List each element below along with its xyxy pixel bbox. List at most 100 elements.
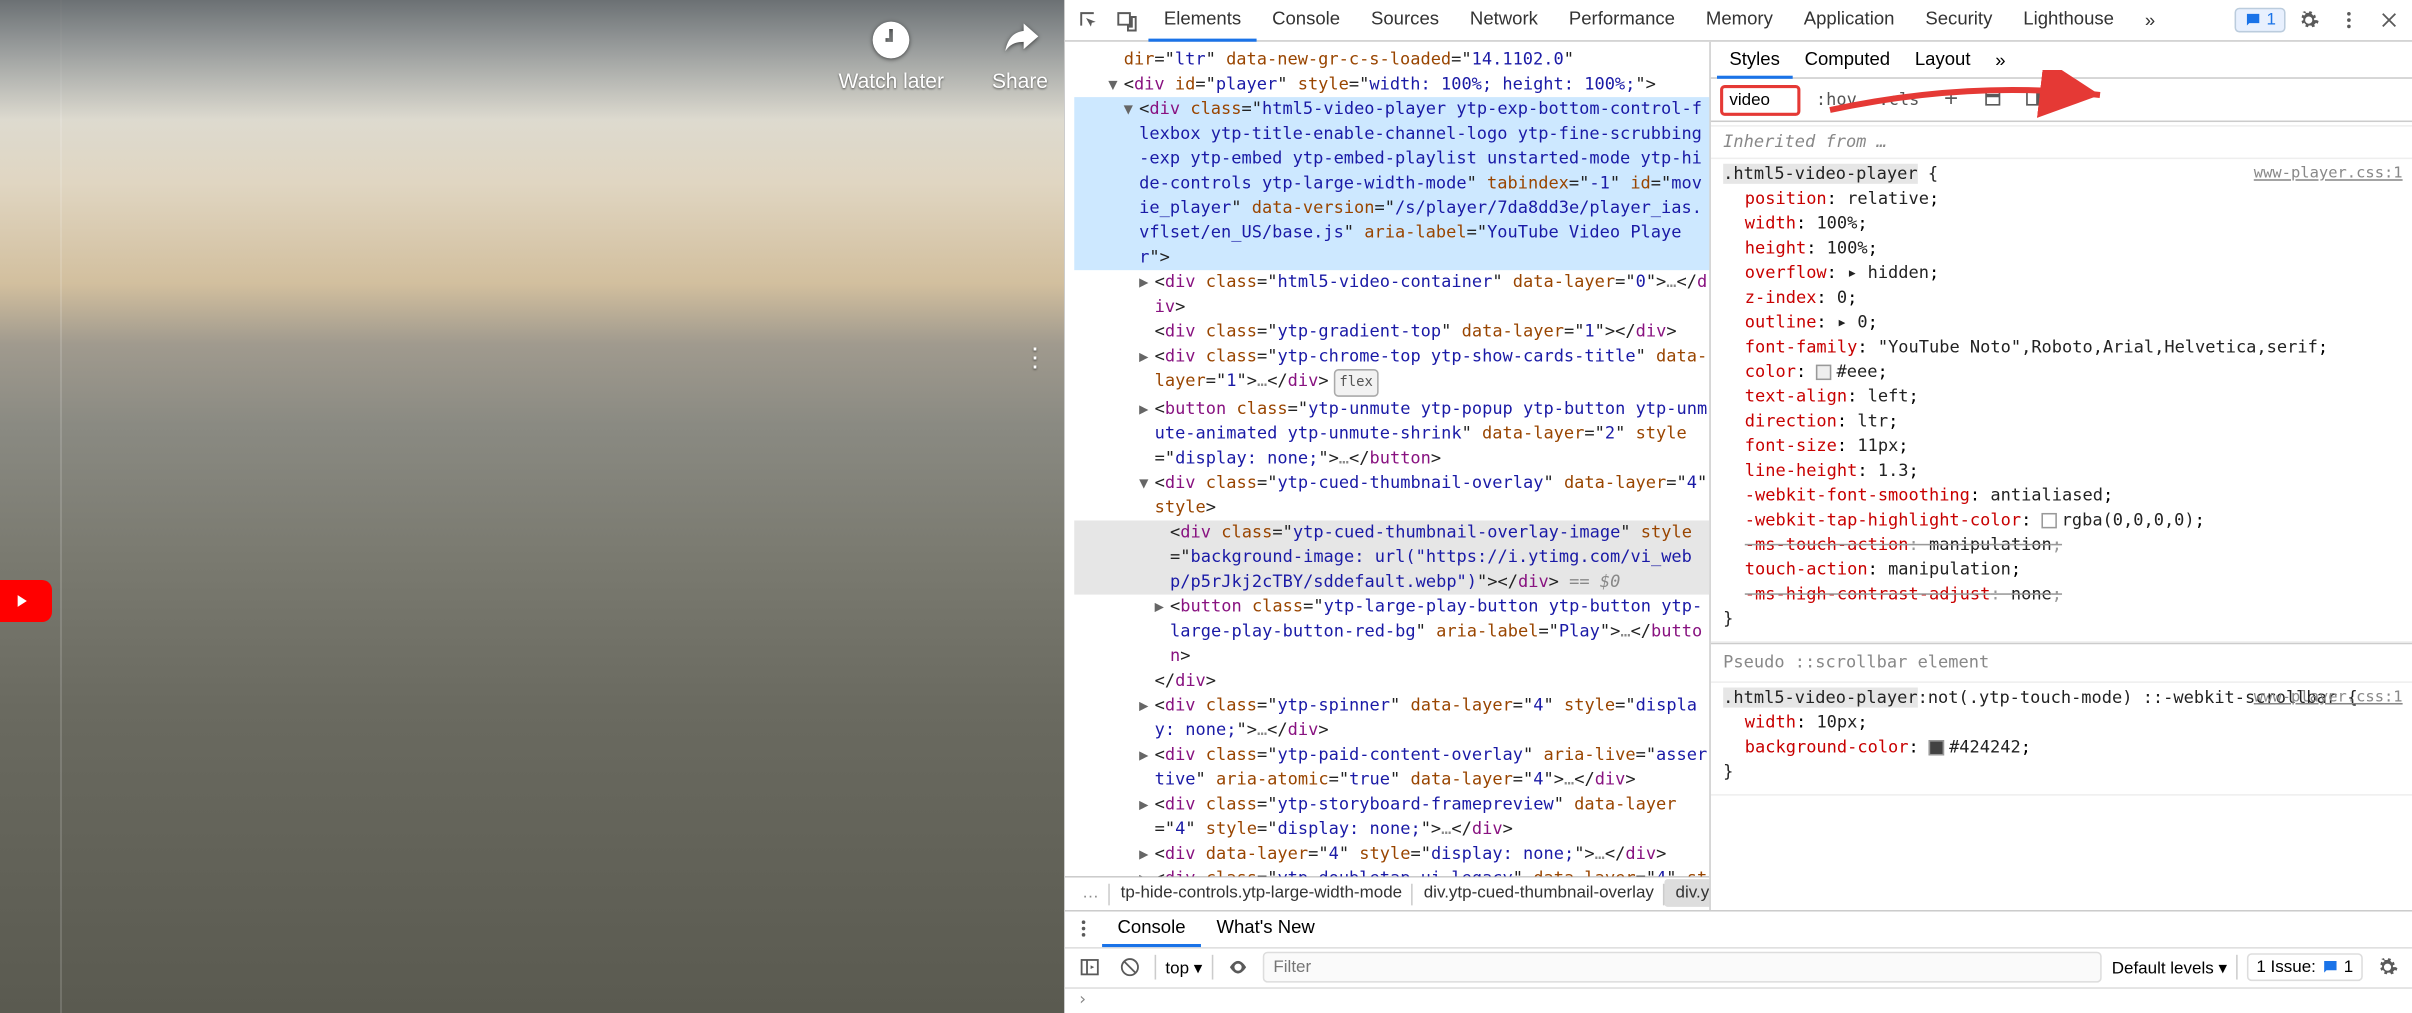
settings-gear-icon[interactable] [2291,3,2325,37]
css-declaration[interactable]: width: 10px; [1723,711,2406,736]
live-expression-icon[interactable] [1222,952,1253,983]
devtools-tab-console[interactable]: Console [1257,0,1356,42]
devtools-tab-application[interactable]: Application [1788,0,1910,42]
css-declaration[interactable]: z-index: 0; [1723,286,2406,311]
devtools-tab-lighthouse[interactable]: Lighthouse [2008,0,2130,42]
expand-triangle-icon[interactable]: ▼ [1121,99,1136,124]
css-declaration[interactable]: touch-action: manipulation; [1723,558,2406,583]
expand-triangle-icon[interactable]: ▼ [1136,473,1151,498]
rule-source-link[interactable]: www-player.css:1 [2254,686,2403,711]
toggle-sidebar-icon[interactable] [2018,84,2050,115]
hov-toggle[interactable]: :hov [1810,87,1863,113]
log-levels-selector[interactable]: Default levels ▾ [2112,957,2227,977]
expand-triangle-icon[interactable]: ▶ [1136,844,1151,869]
breadcrumb-item[interactable]: … [1071,879,1110,907]
dom-node[interactable]: ▼<div class="ytp-cued-thumbnail-overlay"… [1074,471,1709,520]
cls-toggle[interactable]: .cls [1872,87,1925,113]
dom-node[interactable]: ▶<button class="ytp-large-play-button yt… [1074,595,1709,669]
dom-node[interactable]: ▶<div class="ytp-doubletap-ui-legacy" da… [1074,867,1709,876]
devtools-tab-memory[interactable]: Memory [1690,0,1788,42]
css-declaration[interactable]: -ms-high-contrast-adjust: none; [1723,582,2406,607]
styles-tabs-overflow[interactable]: » [1989,42,2012,76]
styles-tab-computed[interactable]: Computed [1792,42,1902,78]
breadcrumb-item[interactable]: div.ytp-cued-thumbnail-overlay [1413,879,1665,907]
youtube-play-button[interactable] [0,580,52,622]
devtools-tabs-overflow[interactable]: » [2129,0,2170,40]
styles-filter-input[interactable] [1720,84,1800,115]
clear-console-icon[interactable] [1114,952,1145,983]
dom-node[interactable]: ▶<div class="html5-video-container" data… [1074,270,1709,319]
console-sidebar-toggle-icon[interactable] [1074,952,1105,983]
console-filter-input[interactable] [1263,952,2103,983]
css-declaration[interactable]: line-height: 1.3; [1723,459,2406,484]
console-prompt[interactable]: › [1065,988,2412,1013]
devtools-tab-elements[interactable]: Elements [1148,0,1256,42]
clock-icon [869,18,913,62]
styles-tab-styles[interactable]: Styles [1717,42,1792,78]
expand-triangle-icon[interactable]: ▶ [1152,596,1167,621]
expand-triangle-icon[interactable]: ▼ [1105,74,1120,99]
expand-triangle-icon[interactable]: ▶ [1136,745,1151,770]
expand-triangle-icon[interactable]: ▶ [1136,399,1151,424]
css-declaration[interactable]: font-size: 11px; [1723,434,2406,459]
more-options-icon[interactable]: ⋮ [1022,342,1050,373]
device-toggle-icon[interactable] [1108,3,1142,37]
css-declaration[interactable]: background-color: #424242; [1723,735,2406,760]
rule-source-link[interactable]: www-player.css:1 [2254,162,2403,187]
issues-badge[interactable]: 1 Issue: 1 [2247,954,2362,982]
toolbar-separator [1155,955,1157,980]
css-declaration[interactable]: text-align: left; [1723,385,2406,410]
dom-node[interactable]: ▶<div class="ytp-storyboard-framepreview… [1074,793,1709,842]
styles-tab-bar: StylesComputedLayout » [1711,42,2412,79]
expand-triangle-icon[interactable]: ▶ [1136,794,1151,819]
styles-content[interactable]: Inherited from … www-player.css:1 .html5… [1711,122,2412,909]
dom-node[interactable]: ▶<button class="ytp-unmute ytp-popup ytp… [1074,397,1709,471]
expand-triangle-icon[interactable]: ▶ [1136,272,1151,297]
dom-node[interactable]: dir="ltr" data-new-gr-c-s-loaded="14.110… [1074,48,1709,73]
dom-node[interactable]: ▶<div data-layer="4" style="display: non… [1074,842,1709,867]
console-settings-gear-icon[interactable] [2372,952,2403,983]
watch-later-button[interactable]: Watch later [839,18,944,94]
css-declaration[interactable]: -webkit-tap-highlight-color: rgba(0,0,0,… [1723,508,2406,533]
dom-node[interactable]: ▼<div id="player" style="width: 100%; he… [1074,73,1709,98]
css-declaration[interactable]: overflow: ▸ hidden; [1723,261,2406,286]
expand-triangle-icon[interactable]: ▶ [1136,695,1151,720]
dom-node[interactable]: <div class="ytp-gradient-top" data-layer… [1074,320,1709,345]
dom-node[interactable]: <div class="ytp-cued-thumbnail-overlay-i… [1074,521,1709,595]
close-devtools-icon[interactable] [2372,3,2406,37]
css-declaration[interactable]: direction: ltr; [1723,409,2406,434]
css-declaration[interactable]: outline: ▸ 0; [1723,311,2406,336]
errors-badge[interactable]: 1 [2234,8,2285,33]
share-button[interactable]: Share [992,18,1048,94]
dom-node[interactable]: ▶<div class="ytp-chrome-top ytp-show-car… [1074,345,1709,398]
expand-triangle-icon[interactable]: ▶ [1136,868,1151,875]
css-declaration[interactable]: color: #eee; [1723,360,2406,385]
devtools-tab-security[interactable]: Security [1910,0,2008,42]
dom-node[interactable]: </div> [1074,669,1709,694]
css-declaration[interactable]: height: 100%; [1723,236,2406,261]
computed-styles-icon[interactable] [1977,84,2009,115]
new-style-rule-icon[interactable] [1935,84,1967,115]
dom-node[interactable]: ▶<div class="ytp-spinner" data-layer="4"… [1074,694,1709,743]
css-declaration[interactable]: width: 100%; [1723,212,2406,237]
breadcrumb-item[interactable]: div.ytp-cued-thumbnail-overlay-image [1665,879,1710,907]
expand-triangle-icon[interactable]: ▶ [1136,346,1151,371]
css-declaration[interactable]: font-family: "YouTube Noto",Roboto,Arial… [1723,335,2406,360]
devtools-tab-sources[interactable]: Sources [1356,0,1455,42]
inspect-element-icon[interactable] [1071,3,1105,37]
styles-tab-layout[interactable]: Layout [1902,42,1982,78]
more-vertical-icon[interactable] [2332,3,2366,37]
devtools-tab-network[interactable]: Network [1454,0,1553,42]
dom-node[interactable]: ▶<div class="ytp-paid-content-overlay" a… [1074,743,1709,792]
console-tab-what-s-new[interactable]: What's New [1201,910,1330,947]
context-selector[interactable]: top ▾ [1165,957,1202,977]
dom-node[interactable]: ▼<div class="html5-video-player ytp-exp-… [1074,97,1709,270]
css-declaration[interactable]: -webkit-font-smoothing: antialiased; [1723,484,2406,509]
breadcrumb-item[interactable]: tp-hide-controls.ytp-large-width-mode [1110,879,1413,907]
console-tab-console[interactable]: Console [1102,910,1201,947]
devtools-tab-performance[interactable]: Performance [1553,0,1690,42]
drawer-menu-icon[interactable] [1065,918,1102,940]
css-declaration[interactable]: -ms-touch-action: manipulation; [1723,533,2406,558]
css-declaration[interactable]: position: relative; [1723,187,2406,212]
dom-tree[interactable]: dir="ltr" data-new-gr-c-s-loaded="14.110… [1065,42,1709,876]
